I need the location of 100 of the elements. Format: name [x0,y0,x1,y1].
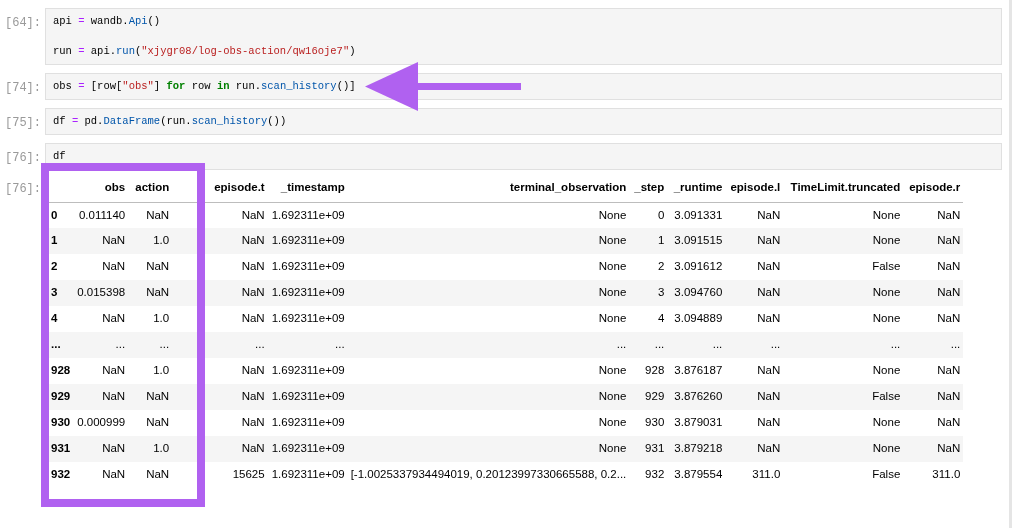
table-cell: 0.011140 [70,202,129,228]
table-cell: 3.091331 [667,202,726,228]
table-cell: 3.879218 [667,436,726,462]
code-line: api = wandb.Api() [53,14,162,29]
row-index: 1 [49,228,71,254]
table-cell: NaN [70,384,129,410]
table-cell: None [347,436,630,462]
table-cell: 1.692311e+09 [267,280,348,306]
table-cell: 930 [629,410,668,436]
table-cell: None [783,280,904,306]
table-cell: NaN [70,436,129,462]
table-cell: NaN [172,202,268,228]
table-cell: None [783,410,904,436]
table-cell: 1.692311e+09 [267,254,348,280]
table-cell: 311.0 [725,462,784,488]
table-cell: False [783,384,904,410]
table-cell: 1.692311e+09 [267,202,348,228]
table-cell: NaN [903,228,964,254]
table-cell: NaN [70,358,129,384]
table-cell: 928 [629,358,668,384]
row-index: 928 [49,358,71,384]
table-cell: NaN [70,254,129,280]
table-cell: None [347,280,630,306]
table-cell: 3.091515 [667,228,726,254]
table-cell: 3.094760 [667,280,726,306]
table-cell: NaN [128,202,173,228]
table-cell: ... [629,332,668,358]
table-cell: None [783,306,904,332]
table-cell: NaN [172,254,268,280]
table-cell: ... [903,332,964,358]
table-cell: 1.0 [128,436,173,462]
column-header: episode.l [725,174,784,202]
table-cell: NaN [128,462,173,488]
table-cell: NaN [725,280,784,306]
table-cell: NaN [172,228,268,254]
table-cell: 1.692311e+09 [267,436,348,462]
table-cell: ... [783,332,904,358]
row-index: 2 [49,254,71,280]
table-cell: 3.091612 [667,254,726,280]
table-cell: NaN [903,280,964,306]
table-cell: 1.692311e+09 [267,384,348,410]
table-cell: NaN [903,436,964,462]
table-cell: NaN [128,384,173,410]
table-cell: False [783,254,904,280]
table-cell: 1.0 [128,306,173,332]
table-cell: 3.094889 [667,306,726,332]
cell-prompt: [75]: [4,115,42,132]
table-cell: None [347,384,630,410]
table-cell: NaN [725,384,784,410]
code-cell[interactable]: df = pd.DataFrame(run.scan_history()) [45,108,1002,135]
table-cell: 1.692311e+09 [267,228,348,254]
table-cell: NaN [725,202,784,228]
column-header: action [128,174,173,202]
column-header: TimeLimit.truncated [783,174,904,202]
table-cell: 1.692311e+09 [267,410,348,436]
table-cell: NaN [172,410,268,436]
table-cell: NaN [172,280,268,306]
table-cell: NaN [70,462,129,488]
table-cell: NaN [70,228,129,254]
code-line: df = pd.DataFrame(run.scan_history()) [53,114,288,129]
table-cell: None [347,358,630,384]
table-cell: NaN [725,410,784,436]
table-cell: ... [172,332,268,358]
table-cell: 2 [629,254,668,280]
table-cell: 3.879554 [667,462,726,488]
table-cell: 4 [629,306,668,332]
table-cell: [-1.0025337934494019, 0.20123997330665588, 0.2... [347,462,630,488]
code-cell[interactable]: obs = [row["obs"] for row in run.scan_history()] [45,73,1002,100]
row-index: 3 [49,280,71,306]
table-cell: None [783,436,904,462]
table-cell: 931 [629,436,668,462]
table-cell: 1 [629,228,668,254]
table-cell: ... [70,332,129,358]
table-cell: 1.692311e+09 [267,358,348,384]
table-cell: ... [347,332,630,358]
table-cell: 1.692311e+09 [267,306,348,332]
table-cell: None [783,228,904,254]
table-cell: ... [267,332,348,358]
column-header: episode.t [172,174,268,202]
table-cell: NaN [903,410,964,436]
table-cell: NaN [903,306,964,332]
table-cell: NaN [725,228,784,254]
code-line: run = api.run("xjygr08/log-obs-action/qw16oje7") [53,44,357,59]
table-cell: ... [667,332,726,358]
table-cell: 311.0 [903,462,964,488]
code-cell[interactable]: api = wandb.Api() run = api.run("xjygr08/log-obs-action/qw16oje7") [45,8,1002,65]
table-cell: None [783,202,904,228]
table-cell: NaN [903,358,964,384]
table-cell: NaN [725,254,784,280]
table-cell: 3 [629,280,668,306]
table-cell: 0 [629,202,668,228]
table-cell: None [347,254,630,280]
table-cell: NaN [172,436,268,462]
output-prompt: [76]: [4,181,42,198]
code-cell[interactable]: df [45,143,1002,170]
row-index: 929 [49,384,71,410]
table-cell: None [783,358,904,384]
cell-prompt: [74]: [4,80,42,97]
cell-prompt: [64]: [4,15,42,32]
table-cell: 15625 [172,462,268,488]
